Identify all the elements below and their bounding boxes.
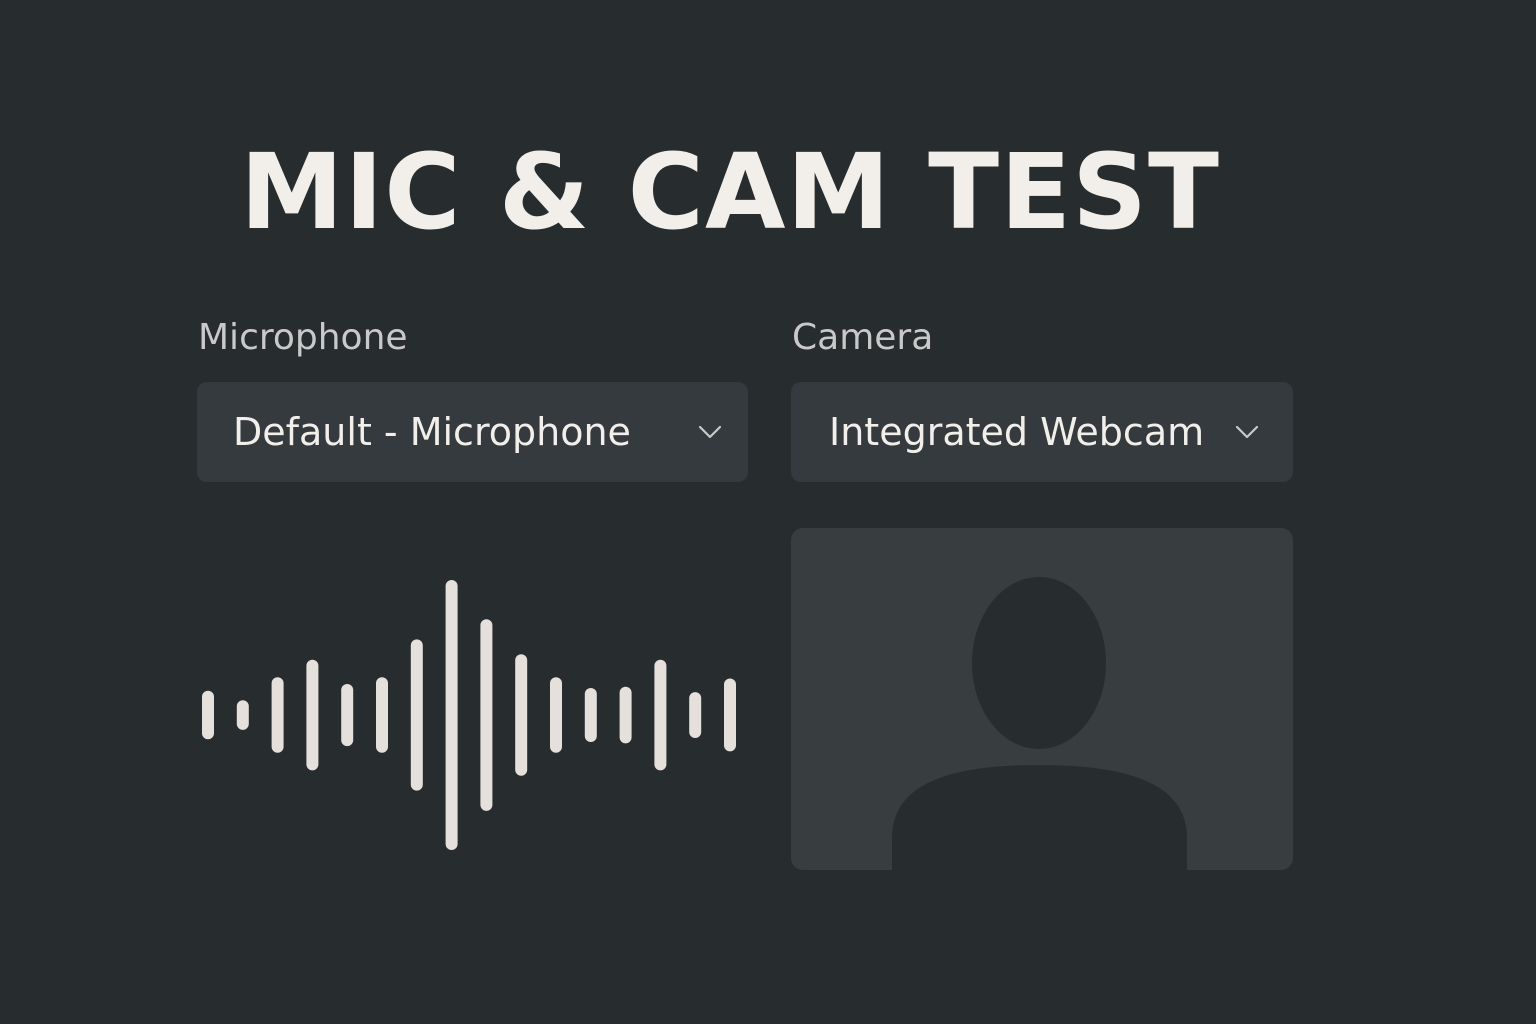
waveform-bar: [271, 677, 284, 753]
microphone-select-value: Default - Microphone: [233, 410, 631, 454]
waveform-bar: [410, 639, 423, 791]
waveform-bar: [584, 688, 597, 742]
waveform-bar: [376, 677, 388, 753]
waveform-bar: [515, 654, 528, 776]
waveform-bar: [236, 700, 249, 730]
waveform-bar: [480, 619, 493, 811]
camera-select-value: Integrated Webcam: [829, 410, 1205, 454]
page-title: MIC & CAM TEST: [240, 131, 1220, 253]
chevron-down-icon: [698, 425, 722, 439]
waveform-bar: [202, 690, 214, 740]
waveform-bar: [689, 692, 702, 738]
camera-select[interactable]: Integrated Webcam: [791, 382, 1293, 482]
waveform-bar: [724, 678, 736, 752]
waveform-bar: [341, 684, 354, 747]
person-silhouette-icon: [892, 577, 1187, 870]
mic-cam-test-page: MIC & CAM TEST Microphone Camera Default…: [0, 0, 1536, 1024]
waveform-bar: [619, 686, 632, 744]
microphone-select[interactable]: Default - Microphone: [197, 382, 748, 482]
waveform-bar: [445, 580, 458, 850]
camera-label: Camera: [792, 317, 934, 358]
waveform-bar: [654, 659, 667, 771]
camera-preview: [791, 528, 1293, 870]
microphone-label: Microphone: [198, 317, 408, 358]
chevron-down-icon: [1235, 425, 1259, 439]
microphone-level-waveform: [202, 580, 736, 850]
waveform-bar: [550, 677, 562, 753]
waveform-bar: [306, 659, 319, 771]
